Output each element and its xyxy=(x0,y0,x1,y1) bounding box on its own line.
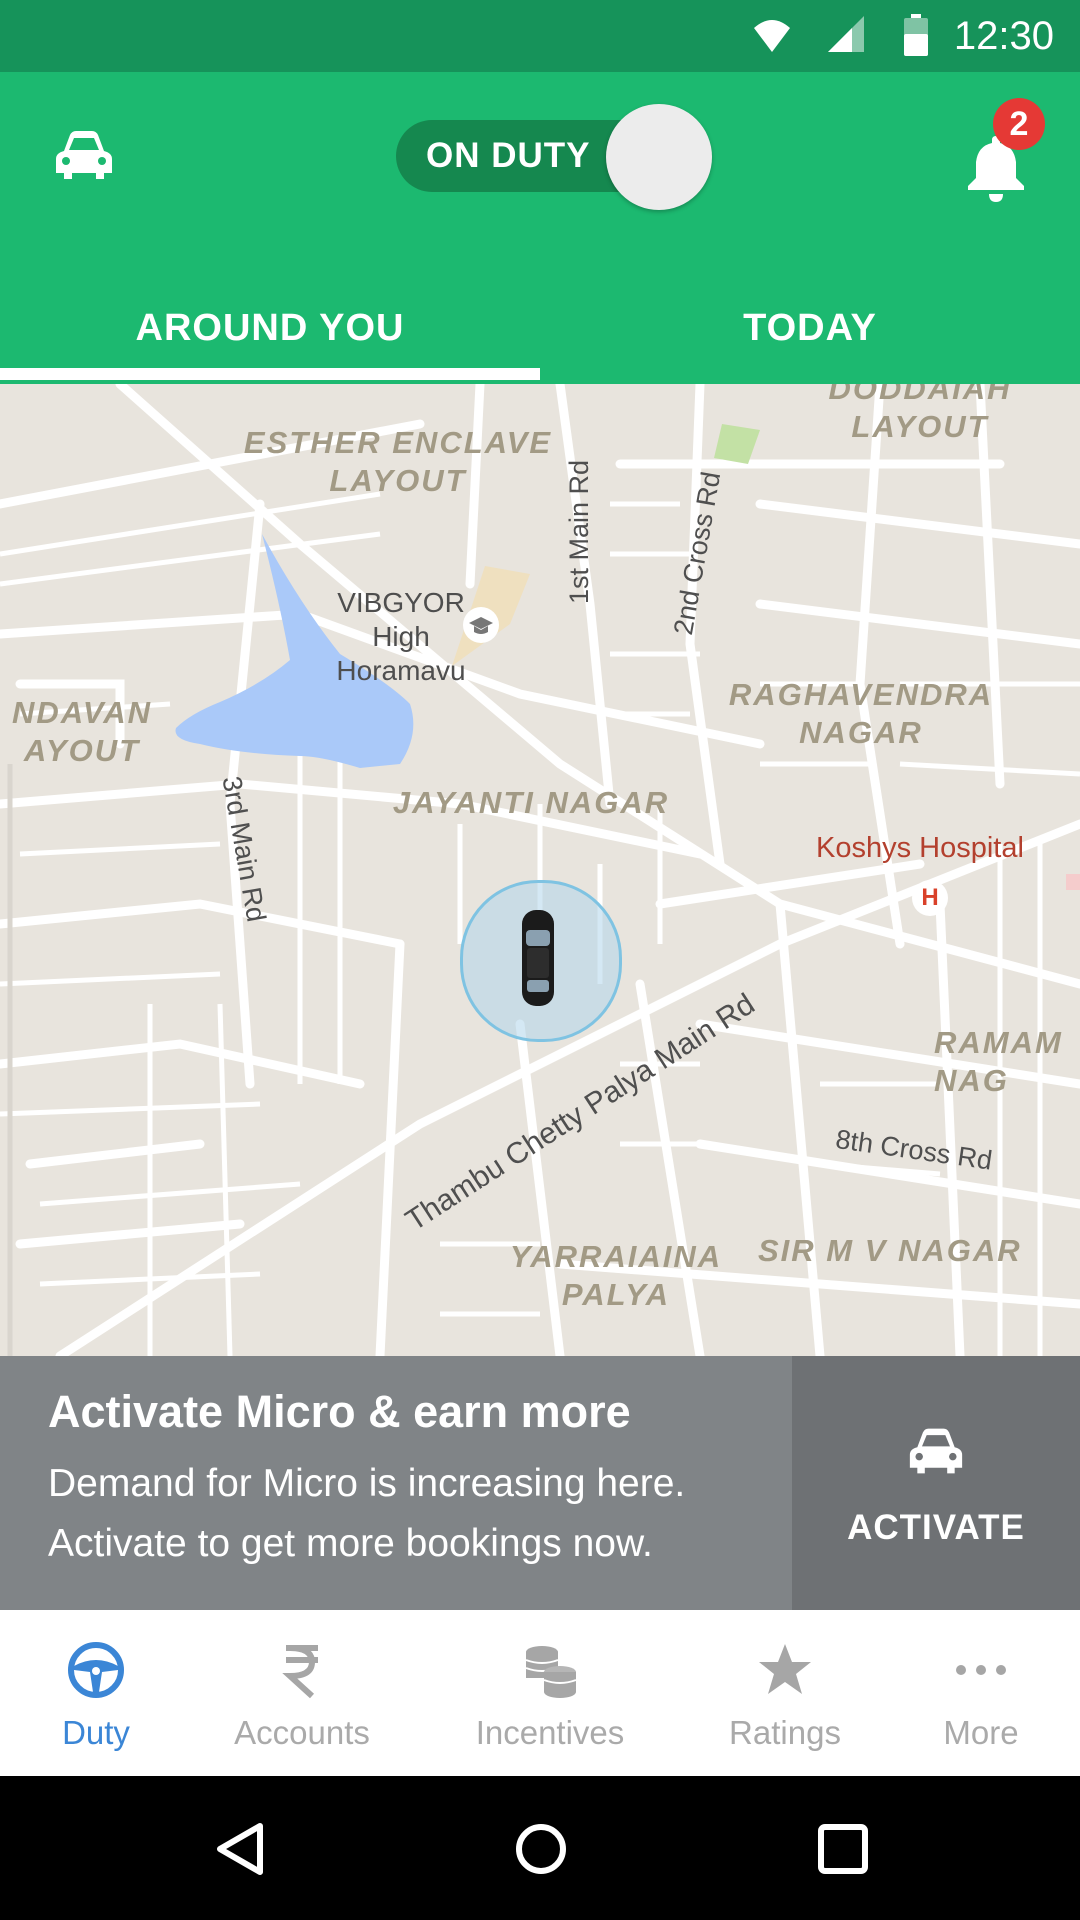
driver-car-icon xyxy=(522,910,554,1006)
activate-button[interactable]: ACTIVATE xyxy=(792,1356,1080,1610)
car-icon xyxy=(909,1428,963,1474)
area-label-doddaiah: DODDAIAH LAYOUT xyxy=(828,384,1012,444)
battery-icon xyxy=(904,14,928,56)
car-icon[interactable] xyxy=(54,129,114,181)
rupee-icon xyxy=(282,1645,318,1699)
nav-label-duty: Duty xyxy=(62,1714,130,1751)
duty-toggle-knob[interactable] xyxy=(606,104,712,210)
school-icon xyxy=(463,607,499,643)
nav-label-accounts: Accounts xyxy=(234,1714,370,1751)
nav-item-ratings[interactable]: Ratings xyxy=(688,1610,882,1776)
signal-icon xyxy=(828,16,864,52)
bottom-navigation: Duty Accounts Incentives Ratings More xyxy=(0,1610,1080,1776)
area-label-sir-mv-nagar: SIR M V NAGAR xyxy=(758,1233,1022,1268)
nav-label-incentives: Incentives xyxy=(475,1714,625,1751)
nav-item-incentives[interactable]: Incentives xyxy=(412,1610,688,1776)
nav-item-duty[interactable]: Duty xyxy=(0,1610,192,1776)
activate-label: ACTIVATE xyxy=(847,1508,1025,1547)
hospital-icon: H xyxy=(912,880,948,916)
map-streets xyxy=(0,384,1080,1356)
home-icon[interactable] xyxy=(514,1822,568,1876)
place-label-hospital: Koshys Hospital xyxy=(816,832,1024,864)
promo-banner: Activate Micro & earn more Demand for Mi… xyxy=(0,1356,1080,1610)
system-navigation-bar xyxy=(0,1776,1080,1920)
steering-wheel-icon xyxy=(68,1642,124,1698)
area-label-yarraiaina: YARRAIAINA PALYA xyxy=(509,1239,723,1312)
star-icon xyxy=(759,1644,811,1694)
coins-icon xyxy=(525,1646,577,1698)
app-header: ON DUTY 2 AROUND YOU TODAY xyxy=(0,72,1080,384)
back-icon[interactable] xyxy=(214,1822,266,1876)
tab-indicator xyxy=(0,368,540,380)
nav-item-more[interactable]: More xyxy=(882,1610,1080,1776)
duty-toggle[interactable]: ON DUTY xyxy=(396,104,712,210)
notification-badge: 2 xyxy=(993,98,1045,150)
nav-label-ratings: Ratings xyxy=(729,1714,841,1751)
wifi-icon xyxy=(754,20,790,52)
area-label-esther-enclave: ESTHER ENCLAVE LAYOUT xyxy=(243,425,553,498)
promo-text-area: Activate Micro & earn more Demand for Mi… xyxy=(0,1356,792,1610)
promo-body: Demand for Micro is increasing here. Act… xyxy=(48,1462,686,1565)
map-view[interactable]: DODDAIAH LAYOUT ESTHER ENCLAVE LAYOUT ND… xyxy=(0,384,1080,1356)
area-label-raghavendra: RAGHAVENDRA NAGAR xyxy=(728,677,994,750)
area-label-ramam: RAMAM NAG xyxy=(934,1025,1063,1098)
duty-toggle-label: ON DUTY xyxy=(426,136,591,175)
status-time: 12:30 xyxy=(953,14,1054,58)
promo-title: Activate Micro & earn more xyxy=(48,1386,631,1437)
status-bar: 12:30 xyxy=(0,0,1080,72)
nav-item-accounts[interactable]: Accounts xyxy=(192,1610,412,1776)
more-icon xyxy=(956,1665,1006,1675)
area-label-ndavan: NDAVAN AYOUT xyxy=(11,695,152,768)
area-label-jayanti-nagar: JAYANTI NAGAR xyxy=(392,785,670,820)
nav-label-more: More xyxy=(943,1714,1019,1751)
recents-icon[interactable] xyxy=(816,1822,870,1876)
tab-today[interactable]: TODAY xyxy=(540,272,1080,384)
road-label-1st-main: 1st Main Rd xyxy=(564,459,594,604)
